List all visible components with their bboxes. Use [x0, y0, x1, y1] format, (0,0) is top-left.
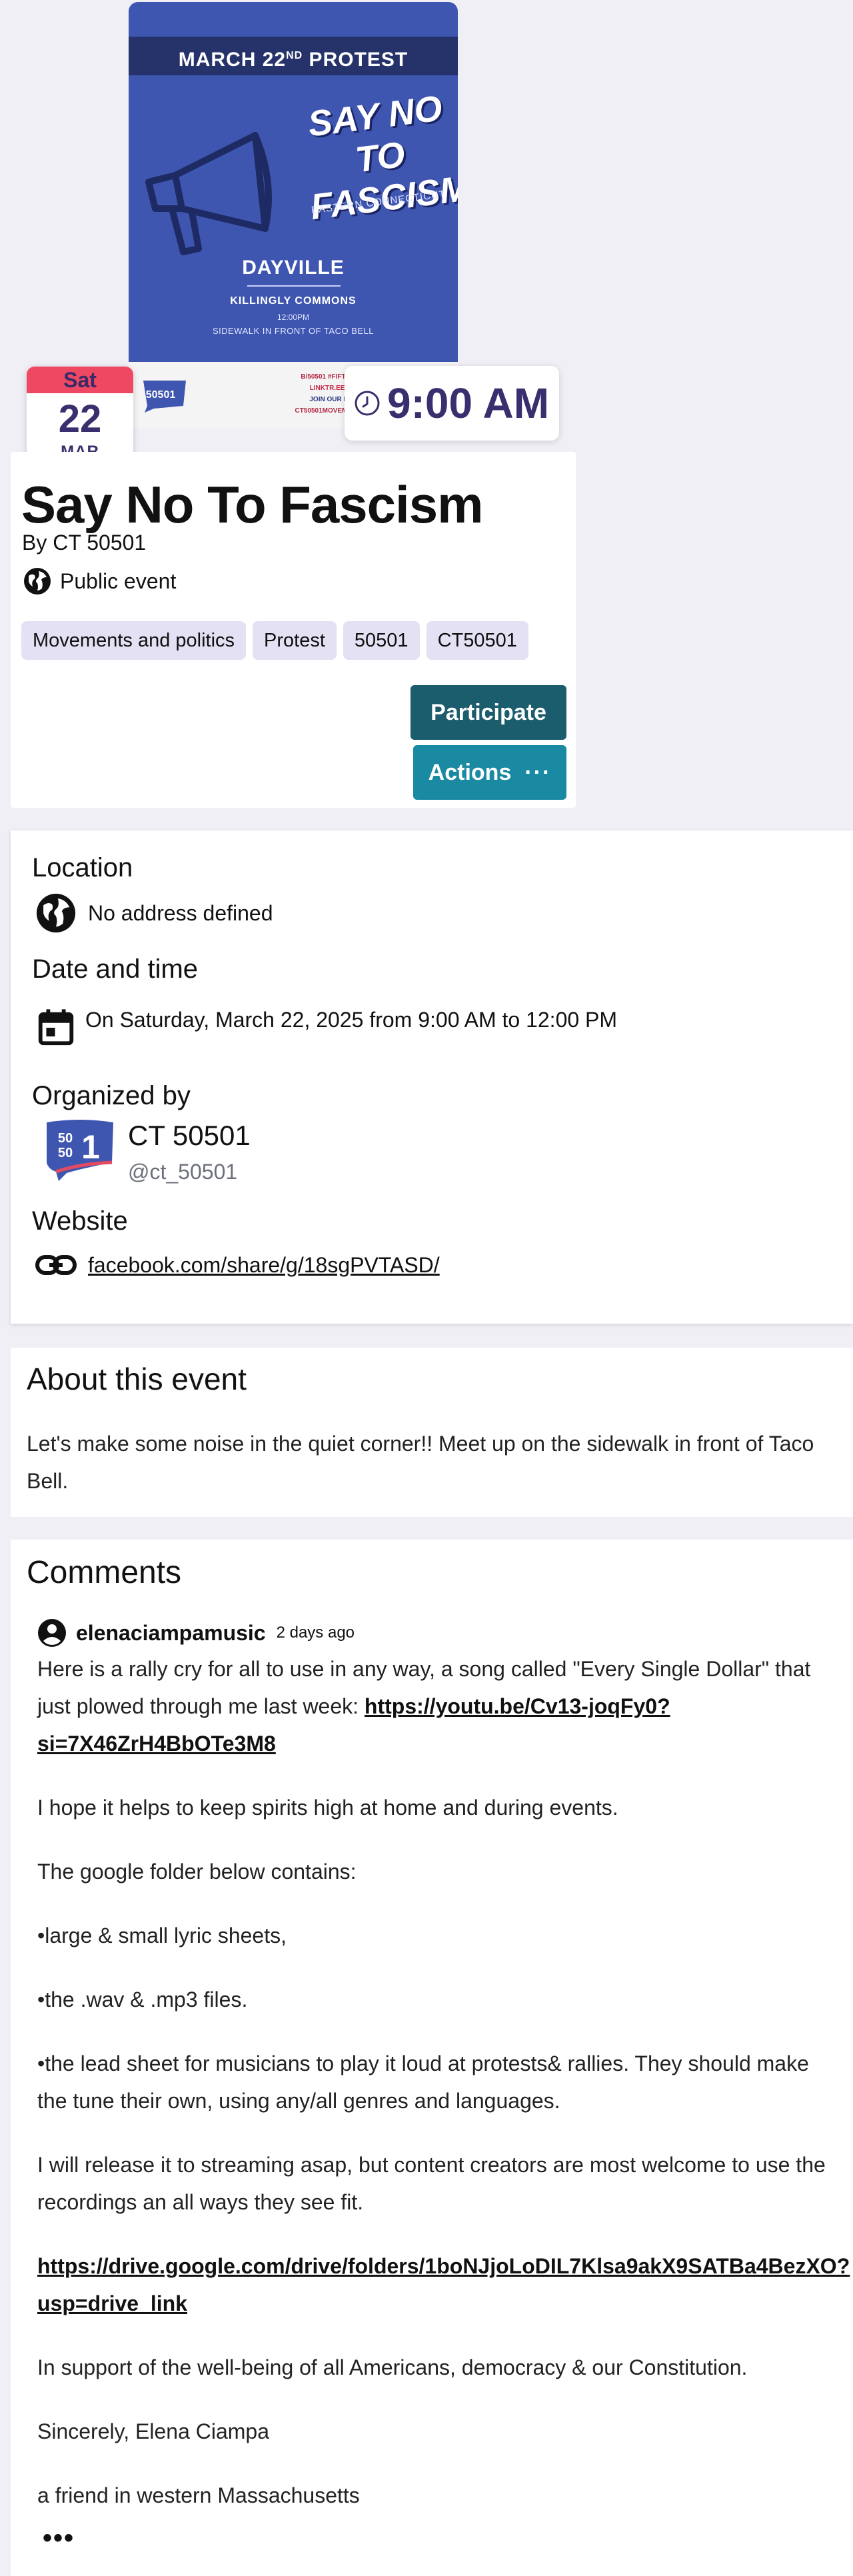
website-link[interactable]: facebook.com/share/g/18sgPVTASD/	[88, 1253, 440, 1278]
comment-timestamp: 2 days ago	[276, 1624, 355, 1642]
datetime-value: On Saturday, March 22, 2025 from 9:00 AM…	[85, 1008, 618, 1032]
poster-band-date: MARCH 22	[178, 49, 287, 71]
poster-divider	[247, 285, 341, 287]
comment-header: elenaciampamusic 2 days ago	[37, 1618, 355, 1648]
clock-icon	[355, 391, 380, 416]
about-text: Let's make some noise in the quiet corne…	[27, 1432, 814, 1493]
comments-heading: Comments	[27, 1555, 182, 1590]
globe-icon	[36, 893, 76, 933]
poster-band: MARCH 22ND PROTEST	[129, 37, 458, 75]
comments-card: Comments elenaciampamusic 2 days ago Her…	[11, 1540, 853, 2576]
event-byline: By CT 50501	[22, 531, 147, 555]
event-visibility: Public event	[23, 567, 176, 596]
datetime-label: Date and time	[32, 954, 199, 984]
tag-chip[interactable]: Movements and politics	[21, 621, 247, 660]
actions-button-label: Actions	[428, 759, 512, 785]
comment-paragraph: a friend in western Massachusetts	[37, 2483, 360, 2507]
calendar-icon	[38, 1009, 74, 1046]
website-label: Website	[32, 1206, 128, 1236]
organizer-handle: @ct_50501	[128, 1160, 238, 1184]
svg-text:50: 50	[58, 1131, 73, 1146]
time-badge: 9:00 AM	[345, 366, 559, 441]
comment-paragraph: •large & small lyric sheets,	[37, 1924, 287, 1947]
comment-paragraph: The google folder below contains:	[37, 1860, 357, 1884]
svg-text:50: 50	[58, 1146, 73, 1160]
date-badge-day: Sat	[27, 367, 133, 393]
poster-band-tail: PROTEST	[303, 49, 409, 71]
poster-spot: SIDEWALK IN FRONT OF TACO BELL	[212, 326, 375, 336]
user-avatar-icon	[38, 1619, 66, 1647]
date-badge-number: 22	[58, 397, 102, 441]
organizer-avatar[interactable]: 50 50 1	[40, 1116, 120, 1182]
tag-chip[interactable]: Protest	[253, 621, 337, 660]
megaphone-icon	[145, 132, 272, 255]
comment-author[interactable]: elenaciampamusic	[76, 1621, 266, 1646]
tag-chip[interactable]: CT50501	[426, 621, 528, 660]
event-poster-image: MARCH 22ND PROTEST SAY NO TO FASCISM! EA…	[129, 2, 458, 429]
about-heading: About this event	[27, 1362, 247, 1396]
actions-button[interactable]: Actions ···	[413, 745, 566, 800]
comment-paragraph: •the lead sheet for musicians to play it…	[37, 2051, 809, 2113]
poster-venue: KILLINGLY COMMONS	[230, 295, 357, 307]
location-label: Location	[32, 853, 133, 882]
poster-band-suffix: ND	[286, 50, 303, 61]
comment-paragraph: https://drive.google.com/drive/folders/1…	[37, 2247, 850, 2322]
link-icon	[35, 1255, 77, 1275]
location-row: No address defined	[35, 892, 273, 934]
comment-body: Here is a rally cry for all to use in an…	[37, 1650, 850, 2541]
comment-more-options-icon[interactable]: •••	[43, 2523, 75, 2553]
time-badge-text: 9:00 AM	[387, 379, 550, 427]
participate-button-label: Participate	[430, 699, 546, 725]
comment-paragraph: •the .wav & .mp3 files.	[37, 1987, 248, 2011]
organizer-name[interactable]: CT 50501	[128, 1120, 251, 1152]
event-info-card: Location No address defined Date and tim…	[11, 830, 853, 1324]
location-value: No address defined	[88, 900, 273, 925]
website-row: facebook.com/share/g/18sgPVTASD/	[35, 1244, 440, 1286]
comment-paragraph: I hope it helps to keep spirits high at …	[37, 1796, 618, 1820]
comment-paragraph: In support of the well-being of all Amer…	[37, 2355, 748, 2379]
tag-chip[interactable]: 50501	[343, 621, 420, 660]
about-card: About this event Let's make some noise i…	[11, 1348, 853, 1517]
organizer-label: Organized by	[32, 1081, 191, 1110]
more-dots-icon: ···	[524, 759, 552, 785]
50501-logo-icon: 50501	[143, 381, 186, 413]
poster-time: 12:00PM	[277, 313, 310, 322]
svg-text:50501: 50501	[146, 389, 176, 401]
event-header-card: Say No To Fascism By CT 50501 Public eve…	[11, 452, 576, 808]
comment-paragraph: Sincerely, Elena Ciampa	[37, 2419, 270, 2443]
comment-paragraph: Here is a rally cry for all to use in an…	[37, 1650, 837, 1762]
event-tags: Movements and politics Protest 50501 CT5…	[21, 621, 528, 660]
comment-paragraph: I will release it to streaming asap, but…	[37, 2153, 826, 2214]
participate-button[interactable]: Participate	[411, 685, 566, 740]
google-drive-link[interactable]: https://drive.google.com/drive/folders/1…	[37, 2254, 850, 2315]
globe-icon	[24, 568, 51, 595]
event-visibility-label: Public event	[60, 569, 177, 593]
poster-city: DAYVILLE	[242, 257, 345, 279]
svg-text:1: 1	[81, 1128, 100, 1166]
event-title: Say No To Fascism	[21, 475, 483, 534]
